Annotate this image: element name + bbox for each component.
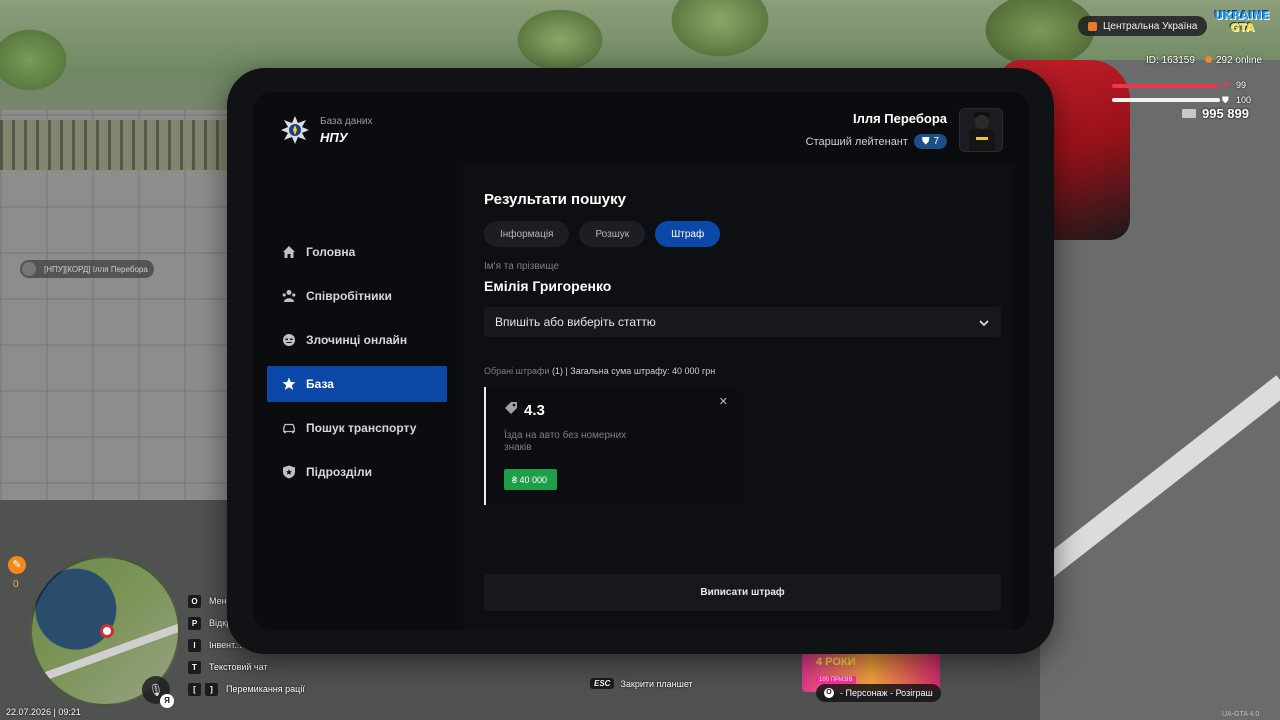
brand-text: База даних НПУ — [320, 116, 372, 145]
keycap: O — [188, 594, 201, 608]
car-icon — [282, 421, 296, 435]
criminal-icon — [282, 333, 296, 347]
player-stats: ID: 163159 292 online — [1146, 55, 1262, 66]
online-icon — [1204, 56, 1212, 63]
armor-icon: ⛊ — [1222, 95, 1229, 105]
shield-icon — [282, 465, 296, 479]
sidebar-item-vehicle-search[interactable]: Пошук транспорту — [267, 410, 447, 446]
close-icon[interactable]: ✕ — [719, 395, 728, 408]
keycap: I — [188, 638, 201, 652]
promo-label: 4 РОКИ — [816, 656, 856, 668]
officer-rank: Старший лейтенант ⛊ 7 — [806, 134, 947, 149]
tab-wanted[interactable]: Розшук — [579, 221, 646, 247]
article-select[interactable]: Впишіть або виберіть статтю — [484, 307, 1001, 337]
money: 995 899 — [1182, 106, 1249, 121]
tab-fine[interactable]: Штраф — [655, 221, 721, 247]
fine-summary: Обрані штрафи (1) | Загальна сума штрафу… — [484, 366, 715, 376]
fine-amount-badge: ₴ 40 000 — [504, 469, 558, 490]
brand-title: НПУ — [320, 129, 348, 145]
brand-subtitle: База даних — [320, 115, 373, 127]
badge-icon: ⛊ — [921, 136, 930, 147]
rank-badge: ⛊ 7 — [913, 134, 947, 149]
officer-name: Ілля Перебора — [852, 111, 947, 126]
sidebar-item-criminals[interactable]: Злочинці онлайн — [267, 322, 447, 358]
home-icon — [282, 245, 296, 259]
tag-icon — [504, 401, 518, 419]
result-tabs: Інформація Розшук Штраф — [484, 221, 721, 247]
summary-total: (1) | Загальна сума штрафу: 40 000 грн — [551, 366, 716, 376]
star-icon — [282, 377, 296, 391]
keycap: O — [824, 688, 834, 698]
fine-card: 4.3 Їзда на авто без номерних знаків ₴ 4… — [484, 387, 738, 505]
armor-value: 100 — [1236, 95, 1252, 105]
close-tablet-hint: ESC Закрити планшет — [590, 678, 693, 689]
sidebar-item-label: Пошук транспорту — [306, 421, 417, 435]
money-value: 995 899 — [1202, 106, 1249, 121]
sidebar-item-units[interactable]: Підрозділи — [267, 454, 447, 490]
cash-icon — [1182, 109, 1196, 118]
health-value: 99 — [1236, 80, 1247, 90]
nameplate-avatar — [22, 262, 36, 276]
keyhint-radio: [ ] Перемикання рації — [188, 678, 305, 700]
person-name: Емілія Григоренко — [484, 278, 612, 294]
keycap: P — [188, 616, 201, 630]
police-emblem-icon — [280, 115, 310, 145]
armor-bar — [1112, 98, 1220, 102]
esc-keycap: ESC — [590, 678, 615, 689]
issue-fine-button[interactable]: Виписати штраф — [484, 574, 1001, 611]
sidebar-item-label: Головна — [306, 245, 356, 259]
staff-icon — [282, 289, 296, 303]
tablet-frame: База даних НПУ Головна Співробітники Зло… — [227, 68, 1054, 654]
server-logo: UKRAINE GTA — [1214, 9, 1270, 34]
brand: База даних НПУ — [280, 115, 372, 145]
article-select-placeholder: Впишіть або виберіть статтю — [495, 315, 656, 329]
keycap: T — [188, 660, 201, 674]
character-hint: O - Персонаж - Розіграш — [816, 684, 941, 702]
region-emblem-icon — [1088, 21, 1097, 31]
chevron-down-icon — [979, 315, 989, 329]
version-label: UA-GTA 4.0 — [1222, 711, 1260, 718]
player-nameplate: [НПУ][КОРД] Ілля Перебора — [20, 260, 154, 278]
region-name: Центральна Україна — [1103, 20, 1198, 32]
tab-information[interactable]: Інформація — [484, 221, 570, 247]
region-badge: Центральна Україна — [1078, 16, 1208, 36]
date-time: 22.07.2026 | 09:21 — [6, 707, 81, 717]
fine-description: Їзда на авто без номерних знаків — [504, 430, 627, 453]
sidebar: Головна Співробітники Злочинці онлайн Ба… — [267, 234, 447, 498]
quest-count: 0 — [13, 579, 19, 590]
heart-icon: ❤ — [1222, 80, 1230, 90]
sidebar-item-label: Злочинці онлайн — [306, 333, 408, 347]
search-results-panel: Результати пошуку Інформація Розшук Штра… — [463, 164, 1013, 630]
avatar — [959, 108, 1003, 152]
sidebar-item-home[interactable]: Головна — [267, 234, 447, 270]
summary-label: Обрані штрафи — [484, 366, 550, 376]
online-count: 292 online — [1204, 55, 1262, 66]
health-bar — [1112, 84, 1219, 88]
name-label: Ім'я та прізвище — [484, 261, 559, 272]
sidebar-item-staff[interactable]: Співробітники — [267, 278, 447, 314]
sidebar-item-database[interactable]: База — [267, 366, 447, 402]
keyhint-chat: T Текстовий чат — [188, 656, 305, 678]
officer-profile: Ілля Перебора Старший лейтенант ⛊ 7 — [806, 108, 1003, 152]
sidebar-item-label: Співробітники — [306, 289, 392, 303]
page-title: Результати пошуку — [484, 191, 626, 208]
sidebar-item-label: Підрозділи — [306, 465, 372, 479]
tablet-screen: База даних НПУ Головна Співробітники Зло… — [253, 92, 1029, 630]
language-badge: Я — [160, 694, 174, 708]
keycap: ] — [205, 682, 218, 696]
promo-sub: 100 ПРИЗІВ — [816, 676, 856, 684]
quest-icon[interactable]: ✎ — [8, 556, 26, 574]
player-id: ID: 163159 — [1146, 55, 1195, 66]
fine-code: 4.3 — [504, 401, 545, 419]
keycap: [ — [188, 682, 201, 696]
player-marker-icon — [100, 624, 114, 638]
sidebar-item-label: База — [306, 377, 334, 391]
